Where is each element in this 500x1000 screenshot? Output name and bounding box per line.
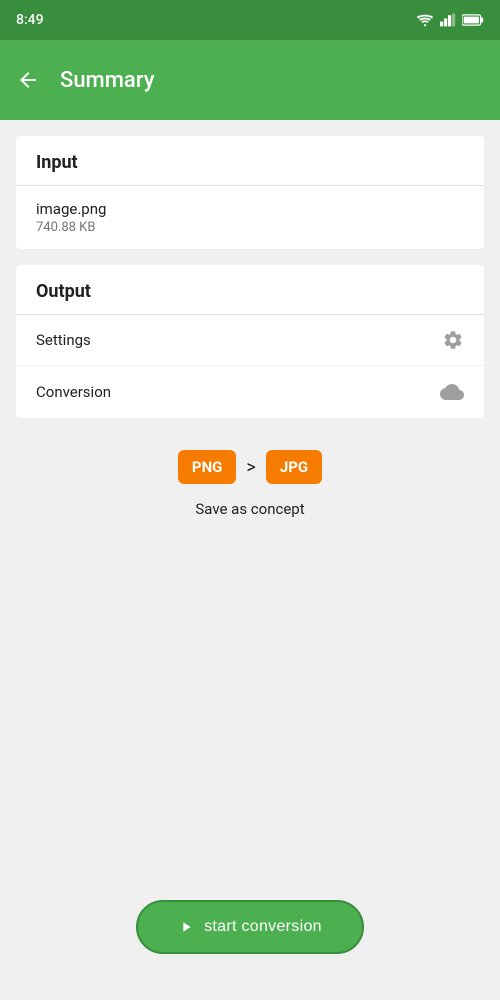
settings-row[interactable]: Settings	[16, 315, 484, 366]
page-title: Summary	[60, 68, 155, 93]
input-card: Input image.png 740.88 KB	[16, 136, 484, 249]
main-content: Input image.png 740.88 KB Output Setting…	[0, 120, 500, 1000]
start-conversion-button[interactable]: start conversion	[136, 900, 364, 954]
input-filename: image.png	[36, 200, 106, 218]
settings-label: Settings	[36, 331, 91, 349]
wifi-icon	[416, 13, 434, 27]
gear-icon	[442, 329, 464, 351]
output-card-header: Output	[16, 265, 484, 315]
format-conversion-row: PNG > JPG	[16, 450, 484, 484]
spacer	[16, 518, 484, 900]
status-bar: 8:49	[0, 0, 500, 40]
to-format-badge: JPG	[266, 450, 322, 484]
output-header-label: Output	[36, 281, 91, 302]
conversion-row-item[interactable]: Conversion	[16, 366, 484, 418]
input-file-info: image.png 740.88 KB	[36, 200, 106, 235]
status-icons	[416, 13, 484, 27]
cloud-icon	[440, 380, 464, 404]
status-time: 8:49	[16, 12, 44, 28]
input-header-label: Input	[36, 152, 78, 173]
start-conversion-label: start conversion	[204, 918, 322, 936]
back-arrow-icon	[16, 68, 40, 92]
input-card-header: Input	[16, 136, 484, 186]
conversion-label: Conversion	[36, 383, 111, 401]
input-file-row: image.png 740.88 KB	[16, 186, 484, 249]
output-card: Output Settings Conversion	[16, 265, 484, 418]
signal-icon	[440, 13, 456, 27]
back-button[interactable]	[16, 68, 40, 92]
input-filesize: 740.88 KB	[36, 220, 106, 235]
save-concept-button[interactable]: Save as concept	[195, 500, 304, 518]
app-bar: Summary	[0, 40, 500, 120]
from-format-badge: PNG	[178, 450, 236, 484]
save-concept-row: Save as concept	[16, 500, 484, 518]
play-icon	[178, 919, 194, 935]
bottom-area: start conversion	[16, 900, 484, 984]
battery-icon	[462, 14, 484, 26]
arrow-separator: >	[246, 457, 255, 478]
